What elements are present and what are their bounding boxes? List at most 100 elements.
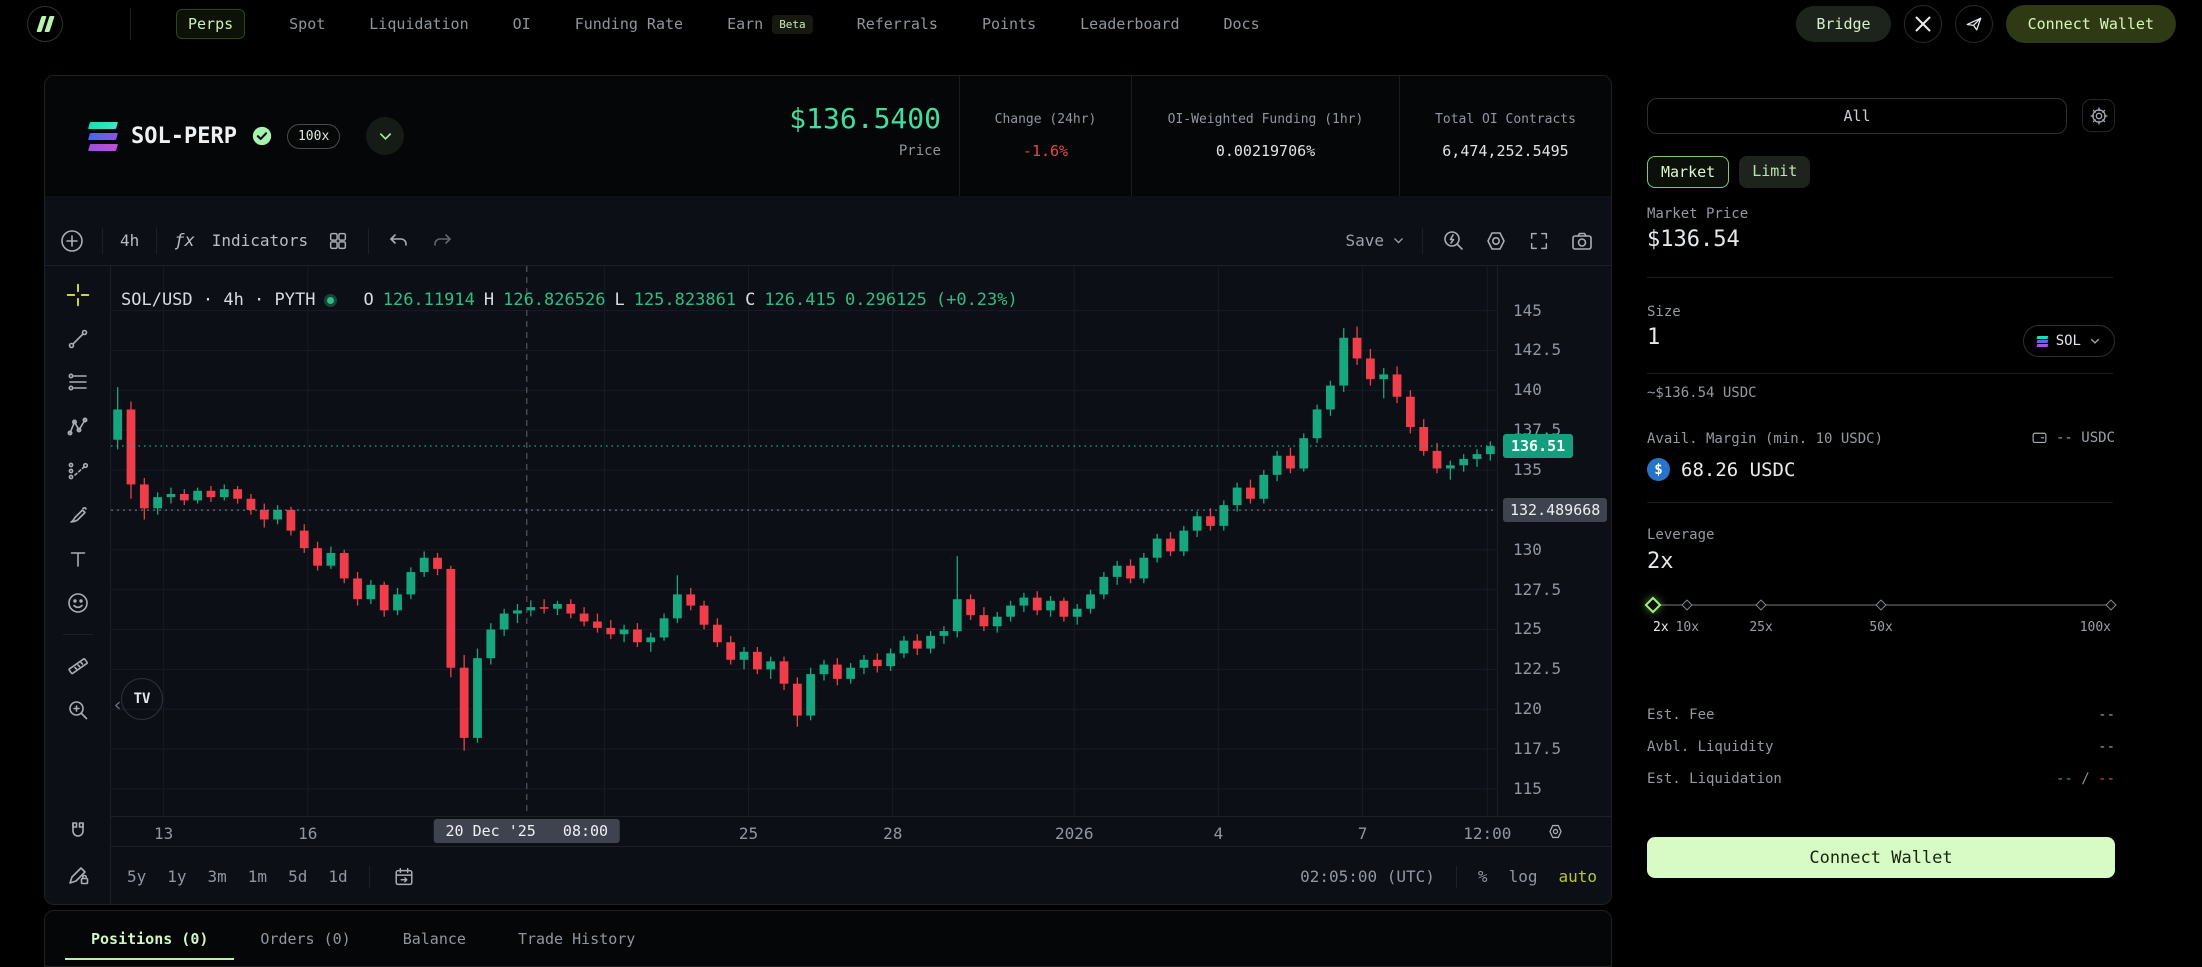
indicators-button[interactable]: Indicators <box>212 231 308 250</box>
leverage-mark-10x[interactable] <box>1682 599 1693 610</box>
chevron-down-icon <box>1392 234 1405 247</box>
order-type-tab-limit[interactable]: Limit <box>1739 156 1810 188</box>
legend-l-value: 125.823861 <box>634 290 736 310</box>
market-card: SOL-PERP 100x $136.5400 Price Change (24… <box>44 75 1612 905</box>
leverage-mark-25x[interactable] <box>1755 599 1766 610</box>
leverage-label-100x[interactable]: 100x <box>2080 620 2111 635</box>
chart-settings-icon[interactable] <box>1483 228 1509 254</box>
market-dropdown-button[interactable] <box>366 117 404 155</box>
crosshair-icon[interactable] <box>65 282 91 308</box>
telegram-button[interactable] <box>1955 5 1993 43</box>
chart-clock[interactable]: 02:05:00 (UTC) <box>1300 867 1435 886</box>
chart-legend: SOL/USD · 4h · PYTH O126.11914 H126.8265… <box>121 290 1018 310</box>
market-filter-button[interactable]: All <box>1647 98 2067 134</box>
nav-item-earn[interactable]: EarnBeta <box>727 15 813 34</box>
size-input[interactable]: 1 <box>1647 325 1660 350</box>
drawing-lock-icon[interactable] <box>65 862 91 888</box>
auto-scale-button[interactable]: auto <box>1558 867 1597 886</box>
xabcd-pattern-icon[interactable] <box>65 414 91 440</box>
time-axis[interactable]: 131622252820264712:0020 Dec '25 08:00 <box>111 816 1497 846</box>
fib-retracement-icon[interactable] <box>65 370 91 396</box>
nav-item-referrals[interactable]: Referrals <box>857 15 938 33</box>
undo-icon[interactable] <box>386 228 412 254</box>
ruler-icon[interactable] <box>65 653 91 679</box>
nav-item-funding-rate[interactable]: Funding Rate <box>575 15 683 33</box>
chevron-down-icon <box>2089 335 2101 347</box>
tab-positions-0[interactable]: Positions (0) <box>65 911 234 966</box>
price-tick: 140 <box>1513 380 1542 399</box>
quick-search-icon[interactable] <box>1440 228 1466 254</box>
crosshair-time-label: 20 Dec '25 08:00 <box>434 819 621 843</box>
size-asset-selector[interactable]: SOL <box>2023 325 2115 357</box>
bridge-button[interactable]: Bridge <box>1796 6 1890 42</box>
order-settings-button[interactable] <box>2082 99 2115 132</box>
magnet-icon[interactable] <box>65 818 91 844</box>
tab-trade-history[interactable]: Trade History <box>492 911 661 966</box>
tv-logo[interactable]: TV <box>121 678 163 720</box>
range-button-1y[interactable]: 1y <box>167 867 186 886</box>
leverage-mark-100x[interactable] <box>2105 599 2116 610</box>
log-scale-button[interactable]: log <box>1509 867 1538 886</box>
grid-layout-icon[interactable] <box>325 228 351 254</box>
nav-right: Bridge Connect Wallet <box>1796 5 2176 43</box>
nav-item-docs[interactable]: Docs <box>1224 15 1260 33</box>
range-button-1m[interactable]: 1m <box>248 867 267 886</box>
leverage-slider[interactable] <box>1653 597 2111 613</box>
leverage-mark-2x[interactable] <box>1645 597 1662 614</box>
nav-item-oi[interactable]: OI <box>513 15 531 33</box>
toolbar-collapse-icon[interactable]: ‹ <box>112 694 123 716</box>
calendar-goto-icon[interactable] <box>391 864 417 890</box>
leverage-label-10x[interactable]: 10x <box>1676 620 1699 635</box>
redo-icon[interactable] <box>429 228 455 254</box>
nav-item-points[interactable]: Points <box>982 15 1036 33</box>
percent-scale-button[interactable]: % <box>1478 867 1488 886</box>
emoji-icon[interactable] <box>65 590 91 616</box>
text-tool-icon[interactable] <box>65 546 91 572</box>
price-axis[interactable]: 115117.5120122.5125127.5130132.5135137.5… <box>1497 266 1612 816</box>
interval-button[interactable]: 4h <box>120 231 139 250</box>
market-symbol: SOL-PERP <box>131 124 237 149</box>
stat-value: 6,474,252.5495 <box>1442 142 1568 160</box>
candlestick-chart[interactable] <box>111 266 1497 816</box>
leverage-label-50x[interactable]: 50x <box>1869 620 1892 635</box>
save-button[interactable]: Save <box>1345 231 1405 250</box>
connect-wallet-button[interactable]: Connect Wallet <box>1647 837 2115 878</box>
tab-orders-0[interactable]: Orders (0) <box>234 911 376 966</box>
time-tick: 13 <box>154 824 173 843</box>
timezone-hexagon-icon[interactable] <box>1546 822 1565 841</box>
brush-icon[interactable] <box>65 502 91 528</box>
leverage-label-25x[interactable]: 25x <box>1749 620 1772 635</box>
range-button-5y[interactable]: 5y <box>127 867 146 886</box>
nav-item-liquidation[interactable]: Liquidation <box>369 15 468 33</box>
app-logo[interactable] <box>27 6 63 42</box>
series-toggle-icon[interactable] <box>324 294 337 307</box>
connect-wallet-nav-button[interactable]: Connect Wallet <box>2006 5 2176 43</box>
leverage-mark-50x[interactable] <box>1875 599 1886 610</box>
add-compare-button[interactable] <box>59 228 85 254</box>
info-row-avbl-liquidity: Avbl. Liquidity-- <box>1647 739 2115 755</box>
leverage-label-2x[interactable]: 2x <box>1653 620 1669 635</box>
range-button-1d[interactable]: 1d <box>328 867 347 886</box>
tab-balance[interactable]: Balance <box>377 911 492 966</box>
axis-corner <box>1497 816 1612 846</box>
nav-item-perps[interactable]: Perps <box>176 9 245 39</box>
stat-total-oi-contracts: Total OI Contracts6,474,252.5495 <box>1400 76 1611 196</box>
chart-plot[interactable]: SOL/USD · 4h · PYTH O126.11914 H126.8265… <box>111 266 1497 816</box>
fullscreen-icon[interactable] <box>1526 228 1552 254</box>
order-type-tabs: Market Limit <box>1647 156 1810 188</box>
snapshot-icon[interactable] <box>1569 228 1595 254</box>
chart-bottom-bar: 5y 1y 3m 1m 5d 1d 02:05:00 (UTC) % log auto <box>111 846 1612 905</box>
price-block: $136.5400 Price <box>761 76 941 196</box>
nav-item-spot[interactable]: Spot <box>289 15 325 33</box>
nav-item-leaderboard[interactable]: Leaderboard <box>1080 15 1179 33</box>
order-type-tab-market[interactable]: Market <box>1647 156 1729 188</box>
zoom-in-icon[interactable] <box>65 697 91 723</box>
time-tick: 4 <box>1214 824 1224 843</box>
range-button-5d[interactable]: 5d <box>288 867 307 886</box>
forecast-icon[interactable] <box>65 458 91 484</box>
trend-line-icon[interactable] <box>65 326 91 352</box>
x-social-button[interactable] <box>1904 5 1942 43</box>
legend-title: SOL/USD · 4h · PYTH <box>121 290 315 310</box>
stat-label: OI-Weighted Funding (1hr) <box>1168 112 1364 127</box>
range-button-3m[interactable]: 3m <box>208 867 227 886</box>
